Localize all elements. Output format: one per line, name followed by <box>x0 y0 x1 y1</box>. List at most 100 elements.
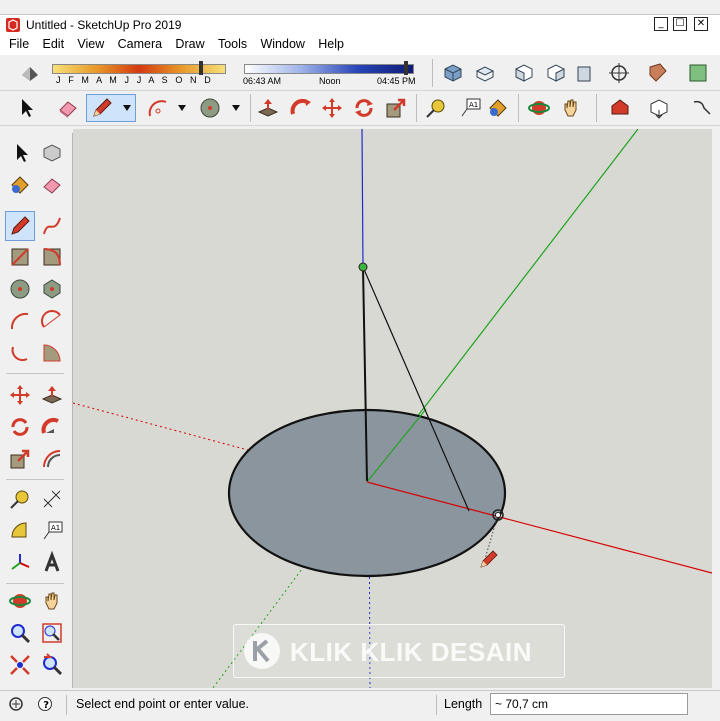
orbit-icon[interactable] <box>527 96 551 120</box>
blue-axis <box>361 129 364 268</box>
geo-location-icon[interactable] <box>8 696 24 712</box>
menu-window[interactable]: Window <box>255 34 309 51</box>
move-icon[interactable] <box>320 96 344 120</box>
chevron-down-icon[interactable] <box>122 104 132 112</box>
tape-measure-icon[interactable] <box>424 96 448 120</box>
front-view-icon[interactable] <box>512 61 536 85</box>
styles-icon[interactable] <box>686 61 710 85</box>
protractor-icon[interactable] <box>8 519 32 543</box>
follow-me-icon[interactable] <box>40 415 64 439</box>
rotated-rectangle-icon[interactable] <box>40 245 64 269</box>
iso-view-icon[interactable] <box>441 61 465 85</box>
polygon-icon[interactable] <box>40 277 64 301</box>
top-view-icon[interactable] <box>473 61 497 85</box>
pencil-line-icon[interactable] <box>8 214 32 238</box>
pie-icon[interactable] <box>40 341 64 365</box>
freehand-icon[interactable] <box>40 214 64 238</box>
send-to-layout-icon[interactable] <box>690 96 714 120</box>
zoom-extents-icon[interactable] <box>8 653 32 677</box>
component-icon[interactable] <box>40 141 64 165</box>
axes-icon[interactable] <box>8 551 32 575</box>
scale-icon[interactable] <box>8 447 32 471</box>
rotate-icon[interactable] <box>352 96 376 120</box>
toolset-divider <box>6 373 64 374</box>
menu-view[interactable]: View <box>72 34 109 51</box>
pan-hand-icon[interactable] <box>40 589 64 613</box>
close-button[interactable]: ✕ <box>694 17 708 31</box>
zoom-icon[interactable] <box>8 621 32 645</box>
two-point-arc-icon[interactable] <box>40 309 64 333</box>
toolbar-separator <box>250 94 251 122</box>
previous-view-icon[interactable] <box>40 653 64 677</box>
month-slider-thumb[interactable] <box>199 61 203 75</box>
menu-help[interactable]: Help <box>313 34 349 51</box>
drawing-toolbar: A1 <box>0 91 720 126</box>
chevron-down-icon[interactable] <box>231 104 241 112</box>
toolbar-separator <box>518 94 519 122</box>
follow-me-icon[interactable] <box>289 96 313 120</box>
svg-text:A1: A1 <box>469 101 478 109</box>
pan-hand-icon[interactable] <box>559 96 583 120</box>
3d-text-icon[interactable] <box>40 551 64 575</box>
circle-icon[interactable] <box>198 96 222 120</box>
maximize-button[interactable]: ☐ <box>673 17 687 31</box>
drawing-viewport[interactable] <box>73 129 712 688</box>
arc-icon[interactable] <box>8 309 32 333</box>
svg-text:?: ? <box>43 700 49 711</box>
status-bar: ? Select end point or enter value. Lengt… <box>0 690 720 721</box>
tape-measure-icon[interactable] <box>8 487 32 511</box>
text-label-icon[interactable]: A1 <box>458 96 482 120</box>
status-separator <box>66 695 67 715</box>
eraser-icon[interactable] <box>40 173 64 197</box>
back-view-icon[interactable] <box>572 61 596 85</box>
text-label-icon[interactable]: A1 <box>40 519 64 543</box>
arc-icon[interactable] <box>146 96 170 120</box>
paint-bucket-icon[interactable] <box>486 96 510 120</box>
push-pull-icon[interactable] <box>40 383 64 407</box>
move-icon[interactable] <box>8 383 32 407</box>
rectangle-icon[interactable] <box>8 245 32 269</box>
crosshair-icon[interactable] <box>607 61 631 85</box>
scale-icon[interactable] <box>384 96 408 120</box>
push-pull-icon[interactable] <box>256 96 280 120</box>
info-icon[interactable]: ? <box>37 696 53 712</box>
scene-canvas[interactable] <box>73 129 712 688</box>
right-view-icon[interactable] <box>544 61 568 85</box>
pencil-line-icon[interactable] <box>90 96 114 120</box>
offset-icon[interactable] <box>40 447 64 471</box>
chevron-down-icon[interactable] <box>177 104 187 112</box>
title-bar: Untitled - SketchUp Pro 2019 _ ☐ ✕ <box>0 14 720 35</box>
menu-draw[interactable]: Draw <box>170 34 209 51</box>
endpoint-top[interactable] <box>358 262 368 272</box>
shadow-toggle-icon[interactable] <box>18 61 42 85</box>
materials-icon[interactable] <box>646 61 670 85</box>
time-slider[interactable] <box>244 64 414 74</box>
extension-warehouse-icon[interactable] <box>647 96 671 120</box>
menu-edit[interactable]: Edit <box>38 34 70 51</box>
large-toolset-panel: A1 <box>0 133 73 688</box>
sketchup-logo-icon <box>6 18 20 32</box>
time-end-label: 04:45 PM <box>377 76 416 86</box>
pencil-cursor-icon <box>480 550 498 568</box>
paint-bucket-icon[interactable] <box>8 173 32 197</box>
select-arrow-icon[interactable] <box>16 96 40 120</box>
time-start-label: 06:43 AM <box>243 76 282 86</box>
toolbar-separator <box>432 59 433 87</box>
measurement-input[interactable]: ~ 70,7 cm <box>490 693 688 715</box>
minimize-button[interactable]: _ <box>654 17 668 31</box>
orbit-icon[interactable] <box>8 589 32 613</box>
time-slider-thumb[interactable] <box>404 61 408 75</box>
circle-icon[interactable] <box>8 277 32 301</box>
select-arrow-icon[interactable] <box>10 141 34 165</box>
menu-file[interactable]: File <box>4 34 34 51</box>
warehouse-icon[interactable] <box>608 96 632 120</box>
window-title: Untitled - SketchUp Pro 2019 <box>26 18 182 32</box>
menu-tools[interactable]: Tools <box>213 34 252 51</box>
eraser-icon[interactable] <box>56 96 80 120</box>
toolbar-separator <box>416 94 417 122</box>
rotate-icon[interactable] <box>8 415 32 439</box>
menu-camera[interactable]: Camera <box>113 34 167 51</box>
three-point-arc-icon[interactable] <box>8 341 32 365</box>
dimension-icon[interactable] <box>40 487 64 511</box>
zoom-window-icon[interactable] <box>40 621 64 645</box>
